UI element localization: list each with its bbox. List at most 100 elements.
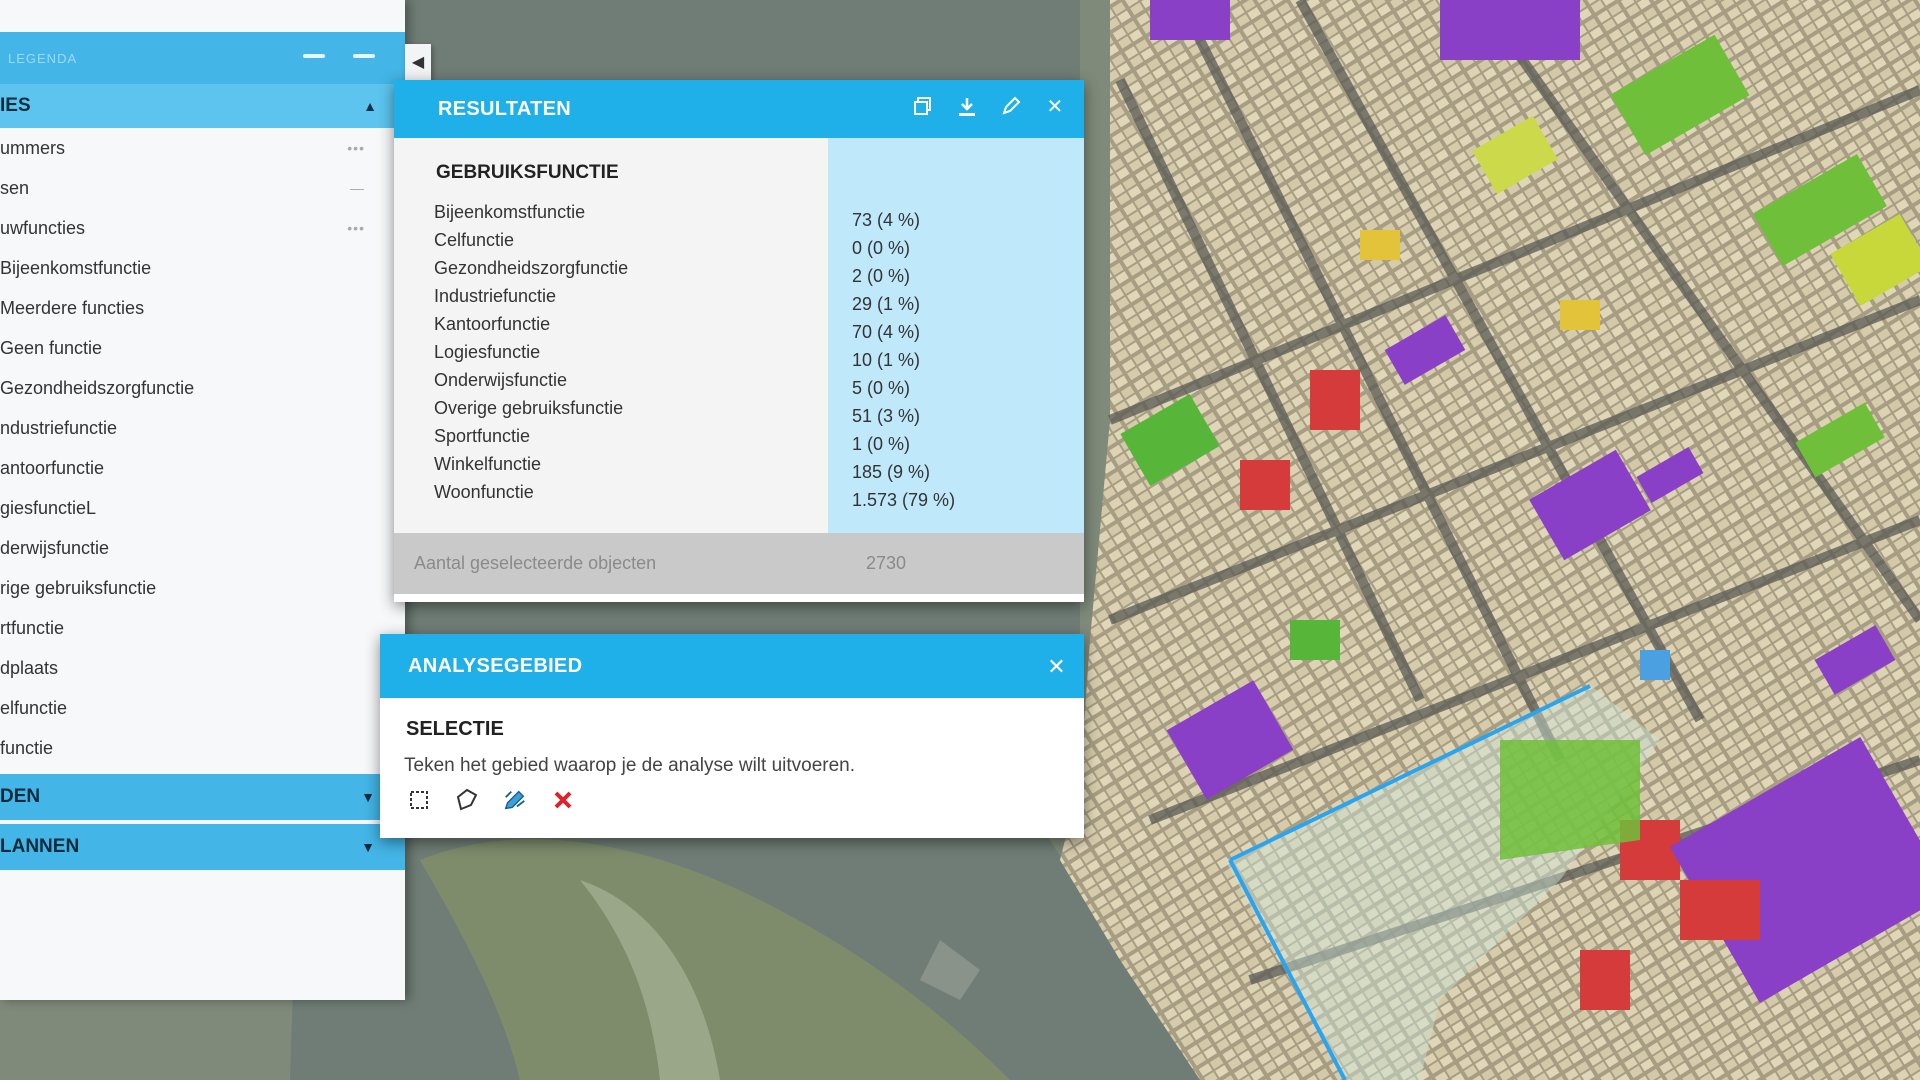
layer-item-label: ndustriefunctie	[0, 417, 118, 438]
layer-item[interactable]: rige gebruiksfunctie	[0, 568, 405, 608]
layer-item-label: elfunctie	[0, 697, 68, 718]
layer-item[interactable]: giesfunctieL	[0, 488, 405, 528]
layer-item-label: giesfunctieL	[0, 497, 97, 518]
close-icon[interactable]: ✕	[1044, 96, 1066, 118]
pencil-icon[interactable]	[1000, 96, 1022, 118]
layer-panel-title: LEGENDA	[8, 50, 78, 66]
layer-item[interactable]: ndustriefunctie	[0, 408, 405, 448]
layer-item-label: Geen functie	[0, 337, 103, 358]
chevron-down-icon[interactable]: ▼	[361, 789, 375, 805]
function-label: Kantoorfunctie	[434, 314, 551, 334]
layer-item[interactable]: functie	[0, 728, 405, 768]
header-actions	[303, 48, 375, 58]
result-count-label: Aantal geselecteerde objecten	[414, 553, 657, 573]
section-2[interactable]: DEN ▼	[0, 774, 405, 820]
function-label: Woonfunctie	[434, 482, 534, 502]
function-label: Sportfunctie	[434, 426, 531, 446]
layer-options-icon[interactable]: •••	[347, 220, 365, 236]
function-count: 73 (4 %)	[852, 210, 921, 230]
copy-icon[interactable]	[912, 96, 934, 118]
layer-item[interactable]: Meerdere functies	[0, 288, 405, 328]
selection-title: SELECTIE	[406, 718, 504, 740]
layer-item[interactable]: antoorfunctie	[0, 448, 405, 488]
layer-item[interactable]: dplaats	[0, 648, 405, 688]
layer-item[interactable]: elfunctie	[0, 688, 405, 728]
section-3[interactable]: LANNEN ▼	[0, 824, 405, 870]
menu-dots-icon[interactable]	[303, 54, 325, 58]
table-title: GEBRUIKSFUNCTIE	[436, 162, 619, 183]
row-values: 73 (4 %) 0 (0 %) 2 (0 %) 29 (1 %) 70 (4 %) 10…	[828, 206, 1084, 514]
layer-item[interactable]: sen —	[0, 168, 405, 208]
function-label: Onderwijsfunctie	[434, 370, 568, 390]
analysegebied-title: ANALYSEGEBIED	[408, 654, 583, 677]
layer-item[interactable]: derwijsfunctie	[0, 528, 405, 568]
layer-list: ummers ••• sen — uwfuncties ••• Bijeenkomstfun…	[0, 128, 405, 768]
resultaten-tools: ✕	[912, 96, 1066, 118]
function-count: 185 (9 %)	[852, 462, 931, 482]
section-title: IES	[0, 95, 31, 116]
function-label: Gezondheidszorgfunctie	[434, 258, 629, 278]
section-gebruiksfuncties[interactable]: IES ▲	[0, 84, 405, 128]
layer-options-icon[interactable]: —	[350, 180, 365, 196]
function-count: 70 (4 %)	[852, 322, 921, 342]
layer-item-label: functie	[0, 737, 54, 758]
selection-description: Teken het gebied waarop je de analyse wi…	[404, 755, 856, 776]
function-label: Overige gebruiksfunctie	[434, 398, 624, 418]
result-count-value: 2730	[866, 553, 907, 573]
resultaten-header: RESULTATEN ✕	[394, 80, 1084, 138]
function-label: Bijeenkomstfunctie	[434, 202, 586, 222]
function-count: 10 (1 %)	[852, 350, 921, 370]
row-labels: Bijeenkomstfunctie Celfunctie Gezondheidsz…	[394, 198, 828, 506]
panel-top-spacer	[0, 0, 405, 32]
layer-item-label: dplaats	[0, 657, 59, 678]
resultaten-panel: RESULTATEN ✕ GEBRUIKSFUNCTIE Bijeenkomst…	[394, 80, 1084, 602]
layer-item[interactable]: rtfunctie	[0, 608, 405, 648]
download-icon[interactable]	[956, 96, 978, 118]
value-column: 73 (4 %) 0 (0 %) 2 (0 %) 29 (1 %) 70 (4 %) 10…	[828, 138, 1084, 533]
close-icon[interactable]: ✕	[1047, 654, 1066, 680]
layer-item[interactable]: Bijeenkomstfunctie	[0, 248, 405, 288]
result-count-row: Aantal geselecteerde objecten 2730	[394, 533, 1084, 594]
rectangle-icon[interactable]	[406, 787, 432, 813]
chevron-up-icon[interactable]: ▲	[363, 98, 377, 114]
polygon-icon[interactable]	[454, 787, 480, 813]
function-count: 1 (0 %)	[852, 434, 911, 454]
resultaten-table: GEBRUIKSFUNCTIE Bijeenkomstfunctie Celfun…	[394, 138, 1084, 533]
function-label: Winkelfunctie	[434, 454, 542, 474]
layer-item-label: ummers	[0, 137, 66, 158]
label-column: GEBRUIKSFUNCTIE Bijeenkomstfunctie Celfun…	[394, 138, 828, 533]
resultaten-title: RESULTATEN	[438, 97, 571, 120]
layer-item[interactable]: Gezondheidszorgfunctie	[0, 368, 405, 408]
layer-item-label: Gezondheidszorgfunctie	[0, 377, 195, 398]
layer-item[interactable]: Geen functie	[0, 328, 405, 368]
layer-item[interactable]: uwfuncties •••	[0, 208, 405, 248]
edit-icon[interactable]	[502, 787, 528, 813]
layer-item-label: derwijsfunctie	[0, 537, 110, 558]
layer-item-label: antoorfunctie	[0, 457, 105, 478]
delete-icon[interactable]	[550, 787, 576, 813]
layer-options-icon[interactable]: •••	[347, 140, 365, 156]
layer-item[interactable]: ummers •••	[0, 128, 405, 168]
section-3-title: LANNEN	[0, 836, 80, 857]
function-count: 2 (0 %)	[852, 266, 911, 286]
function-count: 1.573 (79 %)	[852, 490, 956, 510]
analysegebied-panel: ANALYSEGEBIED ✕ SELECTIE Teken het gebie…	[380, 634, 1084, 838]
layer-panel-header: LEGENDA	[0, 32, 405, 84]
caret-left-icon: ◀	[411, 54, 425, 71]
collapse-panel-button[interactable]: ◀	[405, 44, 431, 80]
function-label: Logiesfunctie	[434, 342, 541, 362]
layer-item-label: Meerdere functies	[0, 297, 145, 318]
function-label: Industriefunctie	[434, 286, 557, 306]
function-count: 5 (0 %)	[852, 378, 911, 398]
layer-panel: LEGENDA IES ▲ ummers ••• sen — uwfuncties •••…	[0, 0, 405, 1000]
layer-item-label: rige gebruiksfunctie	[0, 577, 157, 598]
minimize-icon[interactable]	[353, 54, 375, 58]
section-2-title: DEN	[0, 786, 41, 807]
function-count: 0 (0 %)	[852, 238, 911, 258]
layer-item-label: Bijeenkomstfunctie	[0, 257, 152, 278]
chevron-down-icon[interactable]: ▼	[361, 839, 375, 855]
function-count: 51 (3 %)	[852, 406, 921, 426]
layer-item-label: uwfuncties	[0, 217, 86, 238]
function-label: Celfunctie	[434, 230, 515, 250]
function-count: 29 (1 %)	[852, 294, 921, 314]
